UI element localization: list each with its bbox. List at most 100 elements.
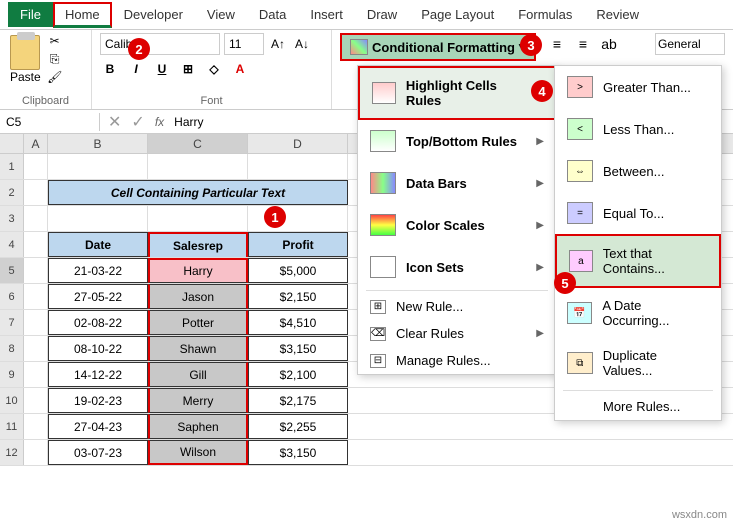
cell[interactable]: [24, 336, 48, 361]
cell[interactable]: [48, 154, 148, 179]
row-header[interactable]: 4: [0, 232, 24, 257]
cell-date[interactable]: 03-07-23: [48, 440, 148, 465]
col-header-C[interactable]: C: [148, 134, 248, 153]
bold-button[interactable]: B: [100, 59, 120, 79]
row-header[interactable]: 12: [0, 440, 24, 465]
menu-top-bottom-rules[interactable]: Top/Bottom Rules ▶: [358, 120, 556, 162]
row-header[interactable]: 9: [0, 362, 24, 387]
cell-profit[interactable]: $3,150: [248, 440, 348, 465]
name-box[interactable]: C5: [0, 113, 100, 131]
cell[interactable]: [24, 258, 48, 283]
tab-file[interactable]: File: [8, 2, 53, 27]
menu-icon-sets[interactable]: Icon Sets ▶: [358, 246, 556, 288]
cell-date[interactable]: 19-02-23: [48, 388, 148, 413]
tab-draw[interactable]: Draw: [355, 2, 409, 27]
cancel-formula-icon[interactable]: ✕: [108, 112, 121, 132]
row-header[interactable]: 10: [0, 388, 24, 413]
tab-page-layout[interactable]: Page Layout: [409, 2, 506, 27]
tab-insert[interactable]: Insert: [298, 2, 355, 27]
cell-profit[interactable]: $5,000: [248, 258, 348, 283]
row-header[interactable]: 6: [0, 284, 24, 309]
font-color-button[interactable]: A: [230, 59, 250, 79]
row-header[interactable]: 3: [0, 206, 24, 231]
cell-salesrep[interactable]: Saphen: [148, 414, 248, 439]
font-size-select[interactable]: [224, 33, 264, 55]
col-header-B[interactable]: B: [48, 134, 148, 153]
fill-color-button[interactable]: ◇: [204, 59, 224, 79]
cell[interactable]: [48, 206, 148, 231]
paste-button[interactable]: Paste: [8, 33, 43, 86]
cell-salesrep[interactable]: Harry: [148, 258, 248, 283]
menu-color-scales[interactable]: Color Scales ▶: [358, 204, 556, 246]
cell[interactable]: [24, 206, 48, 231]
row-header[interactable]: 8: [0, 336, 24, 361]
row-header[interactable]: 11: [0, 414, 24, 439]
cell-salesrep[interactable]: Merry: [148, 388, 248, 413]
cell-date[interactable]: 02-08-22: [48, 310, 148, 335]
tab-formulas[interactable]: Formulas: [506, 2, 584, 27]
cell[interactable]: [148, 154, 248, 179]
cell[interactable]: [248, 206, 348, 231]
cell-profit[interactable]: $4,510: [248, 310, 348, 335]
number-format-select[interactable]: [655, 33, 725, 55]
tab-data[interactable]: Data: [247, 2, 298, 27]
submenu-greater-than[interactable]: > Greater Than...: [555, 66, 721, 108]
col-header-D[interactable]: D: [248, 134, 348, 153]
conditional-formatting-button[interactable]: Conditional Formatting ▾: [340, 33, 536, 61]
format-painter-icon[interactable]: 🖌: [47, 69, 63, 85]
tab-developer[interactable]: Developer: [112, 2, 195, 27]
tab-view[interactable]: View: [195, 2, 247, 27]
cell[interactable]: [24, 154, 48, 179]
cell-profit[interactable]: $2,175: [248, 388, 348, 413]
cell-salesrep[interactable]: Potter: [148, 310, 248, 335]
header-profit[interactable]: Profit: [248, 232, 348, 257]
cell-salesrep[interactable]: Gill: [148, 362, 248, 387]
accept-formula-icon[interactable]: ✓: [131, 112, 144, 132]
submenu-between[interactable]: ⇔ Between...: [555, 150, 721, 192]
cell-profit[interactable]: $2,150: [248, 284, 348, 309]
cell-salesrep[interactable]: Wilson: [148, 440, 248, 465]
submenu-more-rules[interactable]: More Rules...: [555, 393, 721, 420]
cell-date[interactable]: 14-12-22: [48, 362, 148, 387]
cell-profit[interactable]: $2,255: [248, 414, 348, 439]
italic-button[interactable]: I: [126, 59, 146, 79]
fx-icon[interactable]: fx: [155, 115, 164, 129]
cell[interactable]: [24, 440, 48, 465]
font-name-select[interactable]: [100, 33, 220, 55]
submenu-duplicate-values[interactable]: ⧉ Duplicate Values...: [555, 338, 721, 388]
tab-review[interactable]: Review: [584, 2, 651, 27]
submenu-less-than[interactable]: < Less Than...: [555, 108, 721, 150]
cell-profit[interactable]: $2,100: [248, 362, 348, 387]
row-header[interactable]: 5: [0, 258, 24, 283]
row-header[interactable]: 1: [0, 154, 24, 179]
row-header[interactable]: 7: [0, 310, 24, 335]
decrease-font-icon[interactable]: A↓: [292, 34, 312, 54]
select-all-corner[interactable]: [0, 134, 24, 153]
cell[interactable]: [24, 310, 48, 335]
cell-date[interactable]: 27-05-22: [48, 284, 148, 309]
col-header-A[interactable]: A: [24, 134, 48, 153]
menu-new-rule[interactable]: ⊞ New Rule...: [358, 293, 556, 320]
cell-date[interactable]: 08-10-22: [48, 336, 148, 361]
title-cell[interactable]: Cell Containing Particular Text: [48, 180, 348, 205]
cell[interactable]: [24, 232, 48, 257]
header-date[interactable]: Date: [48, 232, 148, 257]
cell-date[interactable]: 27-04-23: [48, 414, 148, 439]
menu-highlight-cells-rules[interactable]: Highlight Cells Rules ▶: [358, 66, 556, 120]
cell-salesrep[interactable]: Jason: [148, 284, 248, 309]
cell[interactable]: [24, 284, 48, 309]
cell-salesrep[interactable]: Shawn: [148, 336, 248, 361]
increase-font-icon[interactable]: A↑: [268, 34, 288, 54]
cell[interactable]: [24, 180, 48, 205]
cell[interactable]: [148, 206, 248, 231]
submenu-text-contains[interactable]: a Text that Contains...: [555, 234, 721, 288]
menu-clear-rules[interactable]: ⌫ Clear Rules ▶: [358, 320, 556, 347]
cell-profit[interactable]: $3,150: [248, 336, 348, 361]
submenu-date-occurring[interactable]: 📅 A Date Occurring...: [555, 288, 721, 338]
align-left-icon[interactable]: ≡: [546, 33, 568, 55]
copy-icon[interactable]: ⎘: [47, 51, 63, 67]
wrap-text-icon[interactable]: ab: [598, 33, 620, 55]
menu-data-bars[interactable]: Data Bars ▶: [358, 162, 556, 204]
cell[interactable]: [24, 388, 48, 413]
cell[interactable]: [24, 414, 48, 439]
